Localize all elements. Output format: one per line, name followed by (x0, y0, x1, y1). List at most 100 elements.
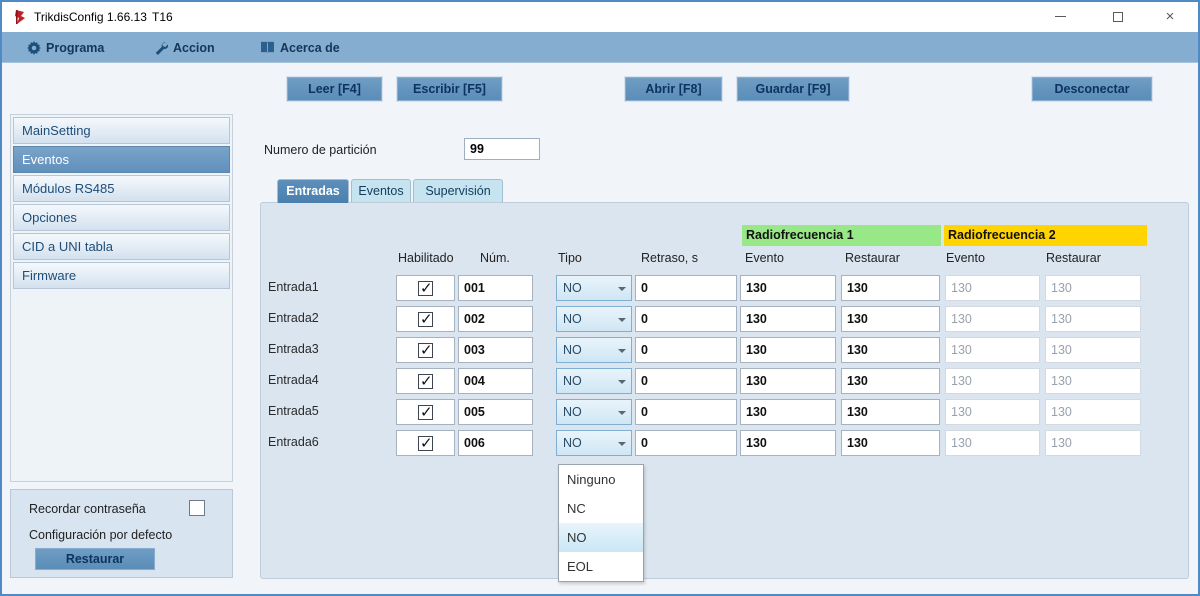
dropdown-option-nc[interactable]: NC (559, 494, 643, 523)
sidebar-item-firmware[interactable]: Firmware (13, 262, 230, 289)
row-0-rf1-evento-input[interactable] (741, 276, 835, 300)
row-4-retraso-input[interactable] (636, 400, 736, 424)
menu-programa[interactable]: Programa (27, 32, 104, 63)
row-1-checkbox-cell (396, 306, 455, 332)
sidebar-item-modulos-rs485[interactable]: Módulos RS485 (13, 175, 230, 202)
maximize-icon (1113, 12, 1123, 22)
sidebar-item-opciones[interactable]: Opciones (13, 204, 230, 231)
sidebar-item-eventos[interactable]: Eventos (13, 146, 230, 173)
row-2-tipo-select[interactable]: NO (556, 337, 632, 363)
row-1-retraso-input[interactable] (636, 307, 736, 331)
row-1-num-input[interactable] (459, 307, 532, 331)
row-0-num-input[interactable] (459, 276, 532, 300)
menu-accion[interactable]: Accion (154, 32, 215, 63)
row-0-rf1-evento-cell (740, 275, 836, 301)
tab-supervision[interactable]: Supervisión (413, 179, 503, 203)
restore-button[interactable]: Restaurar (35, 548, 155, 570)
row-4-tipo-select[interactable]: NO (556, 399, 632, 425)
row-3-rf1-restaurar-input[interactable] (842, 369, 939, 393)
menu-acerca-de[interactable]: Acerca de (260, 32, 340, 63)
row-2-rf1-restaurar-input[interactable] (842, 338, 939, 362)
row-2-retraso-cell (635, 337, 737, 363)
remember-password-checkbox[interactable] (189, 500, 205, 516)
dropdown-option-ninguno[interactable]: Ninguno (559, 465, 643, 494)
open-button[interactable]: Abrir [F8] (625, 77, 722, 101)
row-label: Entrada2 (268, 311, 319, 325)
row-4-num-input[interactable] (459, 400, 532, 424)
row-5-retraso-input[interactable] (636, 431, 736, 455)
row-3-rf2-restaurar-cell (1045, 368, 1141, 394)
row-3-checkbox[interactable] (418, 374, 433, 389)
table-row: Entrada5 NO (261, 397, 1188, 428)
disconnect-button[interactable]: Desconectar (1032, 77, 1152, 101)
row-1-rf1-evento-input[interactable] (741, 307, 835, 331)
row-5-rf1-evento-input[interactable] (741, 431, 835, 455)
row-1-rf1-restaurar-input[interactable] (842, 307, 939, 331)
write-button[interactable]: Escribir [F5] (397, 77, 502, 101)
row-label: Entrada6 (268, 435, 319, 449)
col-header-rf1-restaurar: Restaurar (845, 251, 900, 265)
row-2-rf1-evento-input[interactable] (741, 338, 835, 362)
row-4-checkbox-cell (396, 399, 455, 425)
row-0-retraso-cell (635, 275, 737, 301)
row-5-rf1-restaurar-input[interactable] (842, 431, 939, 455)
row-3-tipo-select[interactable]: NO (556, 368, 632, 394)
row-4-checkbox[interactable] (418, 405, 433, 420)
row-0-rf1-restaurar-input[interactable] (842, 276, 939, 300)
row-3-rf2-evento-input (946, 369, 1039, 393)
book-icon (260, 41, 275, 54)
row-0-tipo-select[interactable]: NO (556, 275, 632, 301)
col-header-rf2-restaurar: Restaurar (1046, 251, 1101, 265)
row-3-num-cell (458, 368, 533, 394)
row-5-num-cell (458, 430, 533, 456)
col-header-rf1-evento: Evento (745, 251, 784, 265)
row-1-rf2-evento-cell (945, 306, 1040, 332)
row-2-rf2-restaurar-input (1046, 338, 1140, 362)
row-3-rf2-restaurar-input (1046, 369, 1140, 393)
tab-entradas[interactable]: Entradas (277, 179, 349, 203)
row-2-rf2-evento-input (946, 338, 1039, 362)
row-label: Entrada5 (268, 404, 319, 418)
minimize-button[interactable] (1038, 2, 1082, 32)
read-button[interactable]: Leer [F4] (287, 77, 382, 101)
col-header-habilitado: Habilitado (398, 251, 454, 265)
row-1-tipo-select[interactable]: NO (556, 306, 632, 332)
radiofrecuencia-2-header: Radiofrecuencia 2 (944, 225, 1147, 246)
password-config-panel: Recordar contraseña Configuración por de… (10, 489, 233, 578)
tab-eventos[interactable]: Eventos (351, 179, 411, 203)
save-button[interactable]: Guardar [F9] (737, 77, 849, 101)
row-5-checkbox[interactable] (418, 436, 433, 451)
row-0-retraso-input[interactable] (636, 276, 736, 300)
row-3-rf1-evento-input[interactable] (741, 369, 835, 393)
row-2-num-input[interactable] (459, 338, 532, 362)
partition-number-input[interactable] (464, 138, 540, 160)
row-3-retraso-input[interactable] (636, 369, 736, 393)
row-2-rf1-evento-cell (740, 337, 836, 363)
row-2-retraso-input[interactable] (636, 338, 736, 362)
close-button[interactable]: × (1148, 2, 1192, 32)
tipo-dropdown-list: Ninguno NC NO EOL (558, 464, 644, 582)
sidebar-item-cid-a-uni-tabla[interactable]: CID a UNI tabla (13, 233, 230, 260)
row-4-rf1-restaurar-input[interactable] (842, 400, 939, 424)
row-1-rf2-evento-input (946, 307, 1039, 331)
row-label: Entrada1 (268, 280, 319, 294)
default-config-label: Configuración por defecto (29, 528, 172, 542)
row-4-rf1-restaurar-cell (841, 399, 940, 425)
row-5-num-input[interactable] (459, 431, 532, 455)
row-2-rf2-evento-cell (945, 337, 1040, 363)
dropdown-option-no[interactable]: NO (559, 523, 643, 552)
maximize-button[interactable] (1096, 2, 1140, 32)
row-3-num-input[interactable] (459, 369, 532, 393)
row-4-rf2-evento-input (946, 400, 1039, 424)
row-5-tipo-select[interactable]: NO (556, 430, 632, 456)
wrench-icon (154, 41, 168, 55)
row-2-checkbox[interactable] (418, 343, 433, 358)
sidebar-item-mainsetting[interactable]: MainSetting (13, 117, 230, 144)
dropdown-option-eol[interactable]: EOL (559, 552, 643, 581)
window-title: TrikdisConfig 1.66.13 (34, 10, 147, 24)
row-4-rf1-evento-input[interactable] (741, 400, 835, 424)
row-5-retraso-cell (635, 430, 737, 456)
row-1-checkbox[interactable] (418, 312, 433, 327)
row-0-checkbox[interactable] (418, 281, 433, 296)
row-2-rf2-restaurar-cell (1045, 337, 1141, 363)
